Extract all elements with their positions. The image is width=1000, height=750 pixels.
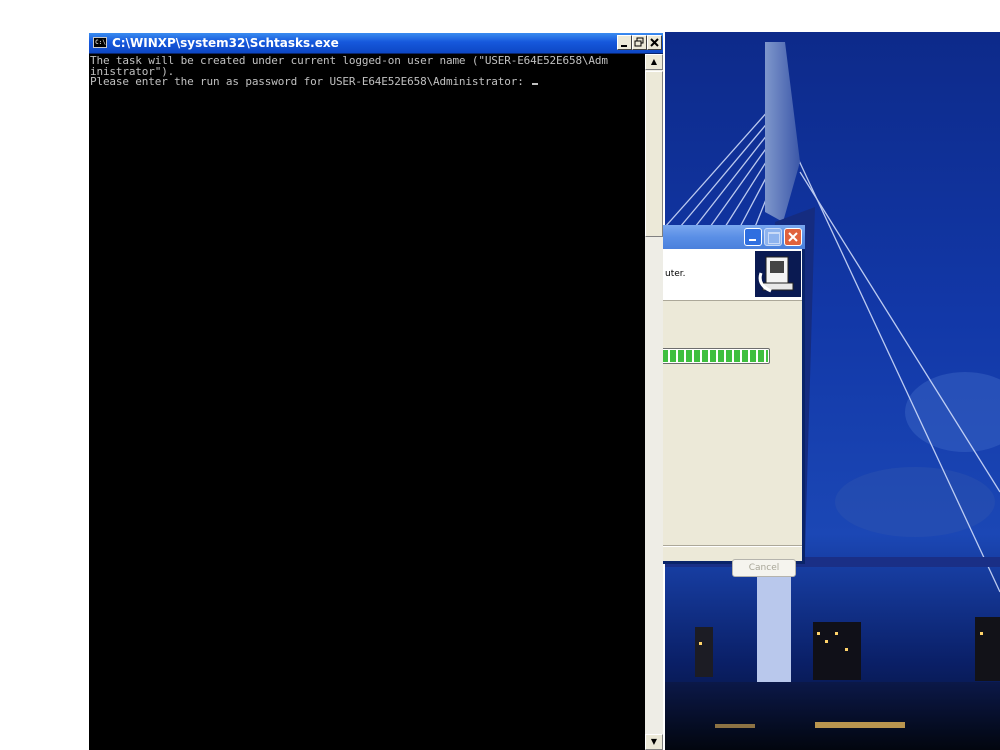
text-cursor bbox=[532, 83, 539, 85]
dialog-minimize-button[interactable] bbox=[744, 228, 762, 246]
close-button[interactable] bbox=[647, 35, 662, 50]
console-line: Please enter the run as password for USE… bbox=[90, 75, 531, 88]
console-window: C:\ C:\WINXP\system32\Schtasks.exe The t… bbox=[89, 33, 663, 750]
close-icon bbox=[650, 38, 659, 47]
progress-bar bbox=[660, 348, 770, 364]
restore-icon bbox=[634, 37, 644, 47]
console-icon[interactable]: C:\ bbox=[93, 37, 107, 48]
dialog-maximize-button bbox=[764, 228, 782, 246]
dialog-message: uter. bbox=[665, 269, 686, 279]
scroll-thumb[interactable] bbox=[645, 71, 663, 237]
computer-icon bbox=[755, 251, 801, 297]
progress-fill bbox=[662, 350, 768, 362]
scroll-down-arrow-icon[interactable]: ▼ bbox=[645, 734, 663, 750]
vertical-scrollbar[interactable]: ▲ ▼ bbox=[645, 54, 663, 750]
restore-button[interactable] bbox=[632, 35, 647, 50]
scroll-up-arrow-icon[interactable]: ▲ bbox=[645, 54, 663, 70]
close-icon bbox=[788, 232, 798, 242]
cancel-button[interactable]: Cancel bbox=[732, 559, 796, 577]
dialog-close-button[interactable] bbox=[784, 228, 802, 246]
window-title: C:\WINXP\system32\Schtasks.exe bbox=[112, 36, 339, 50]
console-output[interactable]: The task will be created under current l… bbox=[89, 54, 645, 750]
console-titlebar[interactable]: C:\ C:\WINXP\system32\Schtasks.exe bbox=[89, 33, 663, 53]
minimize-button[interactable] bbox=[617, 35, 632, 50]
